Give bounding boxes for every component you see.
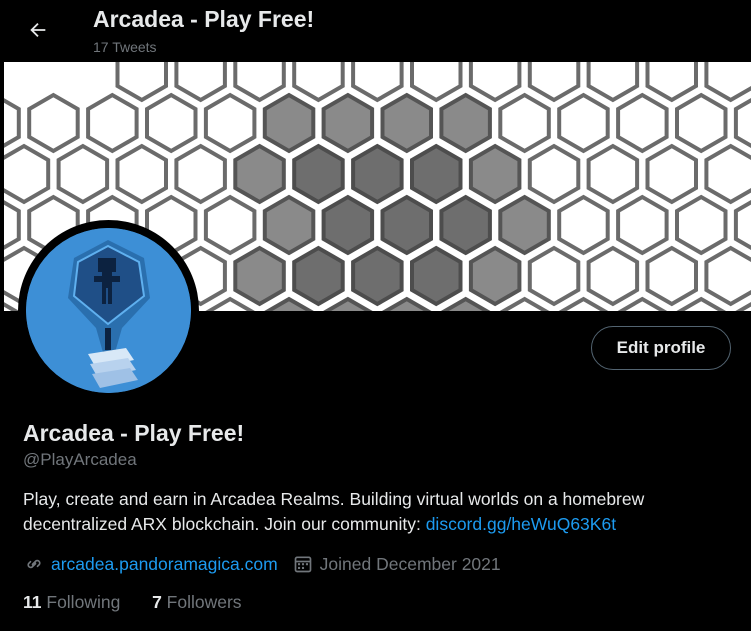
calendar-icon xyxy=(292,553,314,575)
arcadea-logo-icon xyxy=(26,228,191,393)
banner-hexagon xyxy=(4,98,21,148)
banner-hexagon xyxy=(586,245,640,307)
banner-hexagon xyxy=(439,194,492,256)
banner-hexagon xyxy=(557,194,610,256)
banner-hexagon xyxy=(557,92,610,154)
banner-hexagon xyxy=(617,296,668,311)
banner-hexagon xyxy=(323,296,373,311)
banner-hexagon xyxy=(468,143,522,205)
banner-hexagon xyxy=(733,199,751,251)
banner-hexagon xyxy=(645,62,698,103)
banner-hexagon xyxy=(262,194,316,256)
banner-hexagon xyxy=(733,97,751,149)
link-icon xyxy=(23,553,45,575)
website-link[interactable]: arcadea.pandoramagica.com xyxy=(51,554,278,575)
banner-hexagon xyxy=(115,143,168,205)
banner-hexagon xyxy=(527,245,581,307)
banner-hexagon xyxy=(174,143,227,205)
banner-hexagon xyxy=(586,62,640,103)
banner-hexagon xyxy=(468,62,522,103)
banner-hexagon xyxy=(468,245,522,307)
banner-hexagon xyxy=(410,143,463,205)
banner-hexagon xyxy=(381,296,432,311)
banner-hexagon xyxy=(264,296,314,311)
banner-hexagon xyxy=(115,62,168,103)
followers-count: 7 xyxy=(152,592,162,612)
banner-hexagon xyxy=(645,143,698,205)
banner-hexagon xyxy=(704,143,751,205)
banner-hexagon xyxy=(675,194,728,256)
banner-hexagon xyxy=(145,92,198,154)
banner-hexagon xyxy=(586,143,640,205)
banner-hexagon xyxy=(675,92,728,154)
banner-hexagon xyxy=(527,62,581,103)
banner-hexagon xyxy=(498,194,551,256)
avatar[interactable] xyxy=(26,228,191,393)
banner-hexagon xyxy=(351,245,404,307)
back-button[interactable] xyxy=(20,12,56,48)
banner-hexagon xyxy=(292,143,345,205)
banner-hexagon xyxy=(205,296,255,311)
header-title: Arcadea - Play Free! xyxy=(93,6,315,32)
banner-hexagon xyxy=(262,92,316,154)
banner-hexagon xyxy=(56,143,110,205)
profile-handle: @PlayArcadea xyxy=(23,450,137,469)
bio-link[interactable]: discord.gg/heWuQ63K6t xyxy=(426,514,616,534)
tweet-count: 17 Tweets xyxy=(93,39,157,55)
banner-hexagon xyxy=(351,62,404,103)
banner-hexagon xyxy=(292,62,345,103)
banner-hexagon xyxy=(439,92,492,154)
banner-hexagon xyxy=(704,62,751,103)
top-bar: Arcadea - Play Free! 17 Tweets xyxy=(0,0,751,62)
banner-hexagon xyxy=(676,296,727,311)
banner-hexagon xyxy=(27,92,80,154)
banner-hexagon xyxy=(203,92,257,154)
banner-hexagon xyxy=(321,92,375,154)
banner-hexagon xyxy=(527,143,581,205)
banner-hexagon xyxy=(410,245,463,307)
banner-hexagon xyxy=(174,62,227,103)
banner-hexagon xyxy=(292,245,345,307)
followers-link[interactable]: 7 Followers xyxy=(152,592,242,612)
banner-hexagon xyxy=(616,194,669,256)
arrow-left-icon xyxy=(30,22,46,38)
banner-hexagon xyxy=(233,62,286,103)
banner-hexagon xyxy=(616,92,669,154)
profile-name: Arcadea - Play Free! xyxy=(23,420,245,446)
profile-bio: Play, create and earn in Arcadea Realms.… xyxy=(23,487,723,537)
banner-hexagon xyxy=(203,194,257,256)
banner-hexagon xyxy=(86,92,139,154)
banner-hexagon xyxy=(321,194,375,256)
joined-date: Joined December 2021 xyxy=(319,553,501,574)
banner-hexagon xyxy=(351,143,404,205)
banner-hexagon xyxy=(233,143,286,205)
banner-hexagon xyxy=(380,194,433,256)
banner-hexagon xyxy=(380,92,433,154)
banner-hexagon xyxy=(498,92,551,154)
following-link[interactable]: 11 Following xyxy=(23,592,120,612)
followers-label: Followers xyxy=(166,592,242,612)
banner-hexagon xyxy=(233,245,286,307)
banner-hexagon xyxy=(4,200,21,250)
banner-hexagon xyxy=(558,296,609,311)
banner-hexagon xyxy=(499,296,550,311)
profile-stats: 11 Following 7 Followers xyxy=(23,592,242,613)
profile-meta: arcadea.pandoramagica.com Joined Decembe… xyxy=(23,551,501,577)
following-label: Following xyxy=(46,592,121,612)
following-count: 11 xyxy=(23,592,42,612)
edit-profile-button[interactable]: Edit profile xyxy=(591,326,731,370)
banner-hexagon xyxy=(410,62,463,103)
banner-hexagon xyxy=(4,143,51,205)
banner-hexagon xyxy=(645,245,698,307)
banner-hexagon xyxy=(704,245,751,307)
banner-hexagon xyxy=(440,296,491,311)
